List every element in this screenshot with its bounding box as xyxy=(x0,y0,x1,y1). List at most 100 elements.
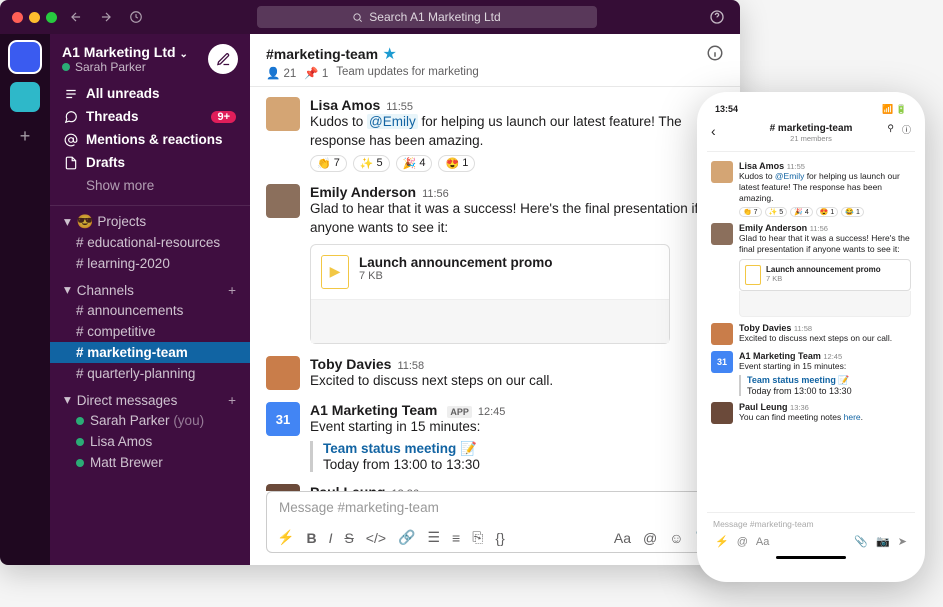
dm-matt-brewer[interactable]: Matt Brewer xyxy=(50,452,250,473)
back-button[interactable] xyxy=(65,6,87,28)
reaction[interactable]: 😍1 xyxy=(438,155,475,172)
phone-camera-button[interactable]: 📷 xyxy=(876,535,890,548)
numbered-list-button[interactable]: ☰ xyxy=(427,529,440,546)
composer-toolbar: ⚡ B I S </> 🔗 ☰ ≡ ⎘ {} Aa @ ☺ 📎 xyxy=(267,523,723,552)
format-toggle[interactable]: Aa xyxy=(614,530,631,546)
search-placeholder: Search A1 Marketing Ltd xyxy=(369,10,500,24)
message-list[interactable]: Lisa Amos11:55 Kudos to @Emily for helpi… xyxy=(250,87,740,491)
app-badge: APP xyxy=(447,406,472,418)
phone-back-button[interactable]: ‹ xyxy=(711,123,716,139)
reaction[interactable]: 🎉4 xyxy=(396,155,433,172)
message-composer[interactable]: Message #marketing-team ⚡ B I S </> 🔗 ☰ … xyxy=(266,491,724,553)
avatar[interactable] xyxy=(711,323,733,345)
phone-search-icon[interactable]: ⚲ xyxy=(887,123,894,136)
file-icon: ▶ xyxy=(321,255,349,289)
channel-competitive[interactable]: # competitive xyxy=(50,321,250,342)
phone-message-list[interactable]: Lisa Amos 11:55 Kudos to @Emily for help… xyxy=(707,152,915,512)
app-body: + A1 Marketing Ltd ⌄ Sarah Parker All un… xyxy=(0,34,740,565)
bold-button[interactable]: B xyxy=(306,530,316,546)
phone-attach-button[interactable]: 📎 xyxy=(854,535,868,548)
sidebar-item-unreads[interactable]: All unreads xyxy=(50,82,250,105)
avatar[interactable] xyxy=(711,402,733,424)
bulleted-list-button[interactable]: ≡ xyxy=(452,530,460,546)
phone-indicators: 📶 🔋 xyxy=(882,104,907,115)
avatar[interactable] xyxy=(711,223,733,245)
reaction[interactable]: 👏7 xyxy=(310,155,347,172)
message-toby: Toby Davies11:58 Excited to discuss next… xyxy=(266,352,724,399)
phone-clock: 13:54 xyxy=(715,104,738,115)
channel-topic[interactable]: Team updates for marketing xyxy=(336,66,479,80)
phone-file[interactable]: Launch announcement promo7 KB xyxy=(739,259,911,291)
channel-name[interactable]: #marketing-team xyxy=(266,46,378,62)
channel-quarterly-planning[interactable]: # quarterly-planning xyxy=(50,363,250,384)
phone-info-icon[interactable]: ⓘ xyxy=(902,123,911,136)
channel-marketing-team[interactable]: # marketing-team xyxy=(50,342,250,363)
history-button[interactable] xyxy=(125,6,147,28)
phone-format-button[interactable]: Aa xyxy=(756,536,769,548)
workspace-switcher-1[interactable] xyxy=(10,42,40,72)
avatar[interactable] xyxy=(711,161,733,183)
sidebar-item-drafts[interactable]: Drafts xyxy=(50,151,250,174)
calendar-app-icon[interactable]: 31 xyxy=(711,351,733,373)
channel-learning-2020[interactable]: # learning-2020 xyxy=(50,253,250,274)
dm-lisa-amos[interactable]: Lisa Amos xyxy=(50,431,250,452)
phone-bolt-icon[interactable]: ⚡ xyxy=(715,535,729,548)
reaction[interactable]: ✨5 xyxy=(353,155,390,172)
reactions: 👏7 ✨5 🎉4 😍1 xyxy=(310,155,724,172)
message-emily: Emily Anderson11:56 Glad to hear that it… xyxy=(266,180,724,352)
avatar[interactable] xyxy=(266,356,300,390)
italic-button[interactable]: I xyxy=(329,530,333,546)
phone-composer[interactable]: Message #marketing-team xyxy=(707,512,915,531)
section-channels[interactable]: ▾Channels+ xyxy=(50,274,250,300)
minimize-window-button[interactable] xyxy=(29,12,40,23)
code-block-button[interactable]: {} xyxy=(495,530,504,546)
code-button[interactable]: </> xyxy=(366,530,386,546)
calendar-app-icon[interactable]: 31 xyxy=(266,402,300,436)
avatar[interactable] xyxy=(266,484,300,491)
add-workspace-button[interactable]: + xyxy=(20,126,31,147)
phone-send-button[interactable]: ➤ xyxy=(898,535,907,548)
avatar[interactable] xyxy=(266,97,300,131)
help-button[interactable] xyxy=(706,6,728,28)
sidebar-item-threads[interactable]: Threads9+ xyxy=(50,105,250,128)
mention-button[interactable]: @ xyxy=(643,530,657,546)
section-dms[interactable]: ▾Direct messages+ xyxy=(50,384,250,410)
sidebar-item-mentions[interactable]: Mentions & reactions xyxy=(50,128,250,151)
workspace-name: A1 Marketing Ltd xyxy=(62,44,176,60)
file-icon xyxy=(745,265,761,285)
maximize-window-button[interactable] xyxy=(46,12,57,23)
dm-sarah-parker[interactable]: Sarah Parker (you) xyxy=(50,410,250,431)
compose-button[interactable] xyxy=(208,44,238,74)
event-block[interactable]: Team status meeting 📝 Today from 13:00 t… xyxy=(310,441,724,472)
mention-emily[interactable]: @Emily xyxy=(367,114,418,129)
strikethrough-button[interactable]: S xyxy=(344,530,353,546)
channel-educational-resources[interactable]: # educational-resources xyxy=(50,232,250,253)
channel-announcements[interactable]: # announcements xyxy=(50,300,250,321)
channel-members[interactable]: 👤 21 xyxy=(266,66,296,80)
add-channel-button[interactable]: + xyxy=(228,283,236,298)
workspace-switcher-2[interactable] xyxy=(10,82,40,112)
window-controls xyxy=(12,12,57,23)
channel-pins[interactable]: 📌 1 xyxy=(304,66,328,80)
add-dm-button[interactable]: + xyxy=(228,393,236,408)
workspace-header[interactable]: A1 Marketing Ltd ⌄ Sarah Parker xyxy=(50,34,250,82)
bolt-icon[interactable]: ⚡ xyxy=(277,529,294,546)
blockquote-button[interactable]: ⎘ xyxy=(472,529,483,546)
phone-mention-button[interactable]: @ xyxy=(737,536,748,548)
phone-status-bar: 13:54 📶 🔋 xyxy=(707,102,915,117)
file-attachment[interactable]: ▶ Launch announcement promo 7 KB xyxy=(310,244,670,344)
sidebar: A1 Marketing Ltd ⌄ Sarah Parker All unre… xyxy=(50,34,250,565)
link-button[interactable]: 🔗 xyxy=(398,529,415,546)
composer-input[interactable]: Message #marketing-team xyxy=(267,492,723,523)
message-app: 31 A1 Marketing TeamAPP12:45 Event start… xyxy=(266,398,724,480)
emoji-button[interactable]: ☺ xyxy=(669,530,683,546)
current-user: Sarah Parker xyxy=(75,60,146,74)
channel-info-button[interactable] xyxy=(706,44,724,62)
close-window-button[interactable] xyxy=(12,12,23,23)
star-icon[interactable]: ★ xyxy=(383,46,397,63)
section-projects[interactable]: ▾😎 Projects xyxy=(50,206,250,232)
forward-button[interactable] xyxy=(95,6,117,28)
sidebar-show-more[interactable]: Show more xyxy=(50,174,250,197)
avatar[interactable] xyxy=(266,184,300,218)
search-input[interactable]: Search A1 Marketing Ltd xyxy=(257,6,597,28)
